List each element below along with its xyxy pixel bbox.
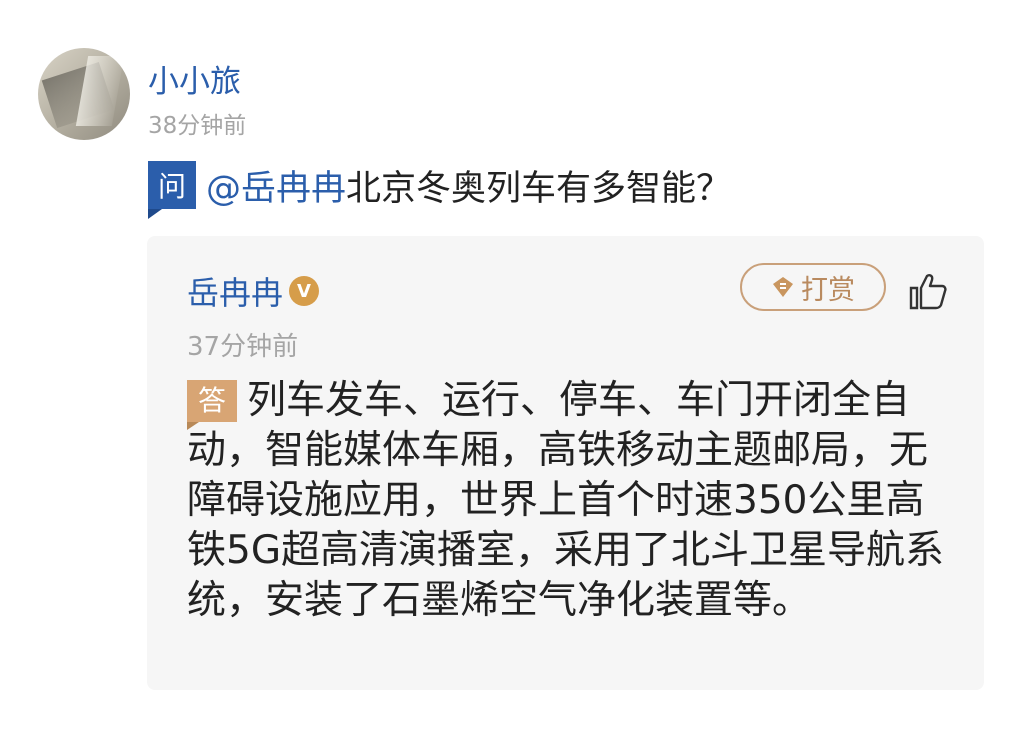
username[interactable]: 小小旅 xyxy=(148,56,241,101)
answerer: 岳冉冉 V xyxy=(187,268,320,314)
answer-badge: 答 xyxy=(187,380,237,430)
like-icon[interactable] xyxy=(907,270,949,312)
answer-time: 37分钟前 xyxy=(187,332,299,362)
tip-label: 打赏 xyxy=(801,274,855,306)
question-text: 北京冬奥列车有多智能？ xyxy=(346,168,732,209)
answer-text-block: 答列车发车、运行、停车、车门开闭全自动，智能媒体车厢，高铁移动主题邮局，无障碍设… xyxy=(187,376,947,626)
mention-link[interactable]: @岳冉冉 xyxy=(206,160,346,211)
question-row: 问 @岳冉冉 北京冬奥列车有多智能？ xyxy=(148,160,732,219)
post-time: 38分钟前 xyxy=(148,113,247,139)
answer-card: 岳冉冉 V 37分钟前 打赏 答列车发车、运行、停车、车门开闭全自动，智能媒体车… xyxy=(147,236,984,690)
answer-text: 列车发车、运行、停车、车门开闭全自动，智能媒体车厢，高铁移动主题邮局，无障碍设施… xyxy=(187,378,945,623)
answerer-name[interactable]: 岳冉冉 xyxy=(187,268,283,314)
avatar[interactable] xyxy=(38,48,130,140)
tip-icon xyxy=(773,277,793,297)
question-badge: 问 xyxy=(148,161,196,219)
tip-button[interactable]: 打赏 xyxy=(740,263,886,311)
verified-icon: V xyxy=(289,276,320,306)
